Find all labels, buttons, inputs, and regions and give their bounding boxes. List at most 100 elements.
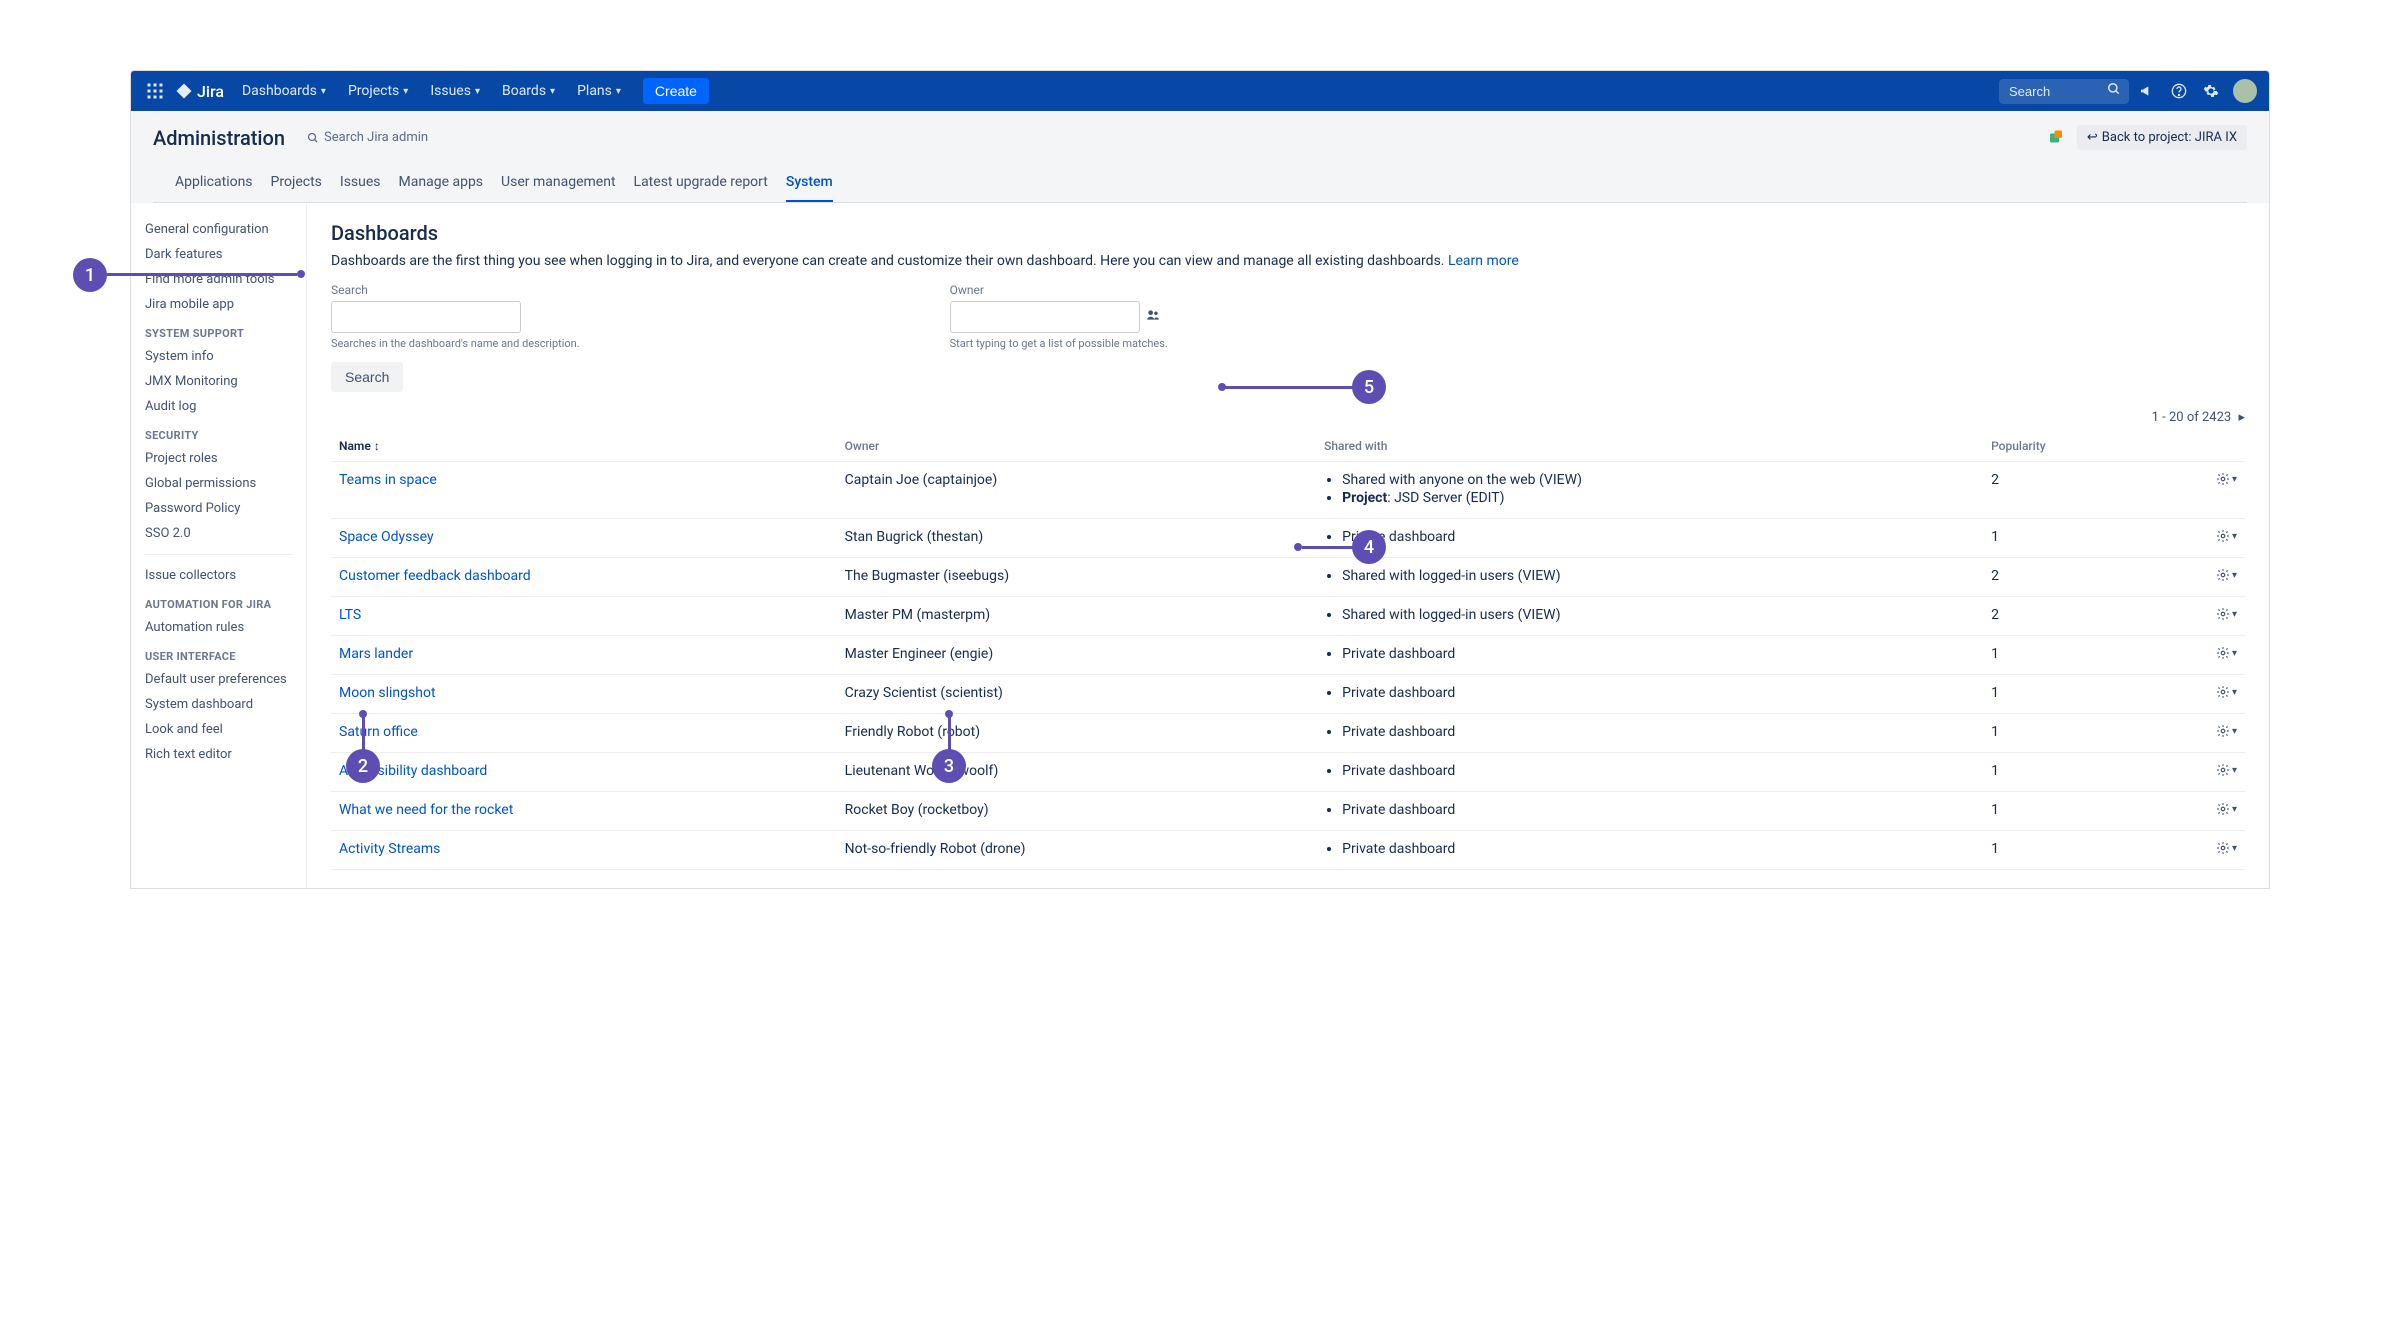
admin-title: Administration (153, 126, 285, 150)
nav-issues[interactable]: Issues▾ (420, 77, 490, 105)
tab-manage-apps[interactable]: Manage apps (399, 168, 484, 202)
col-shared[interactable]: Shared with (1316, 431, 1983, 462)
shared-item: Private dashboard (1342, 724, 1975, 740)
megaphone-icon[interactable] (2133, 77, 2161, 105)
avatar[interactable] (2233, 79, 2257, 103)
owner-field-label: Owner (950, 283, 1168, 297)
dashboard-link[interactable]: What we need for the rocket (339, 802, 513, 818)
popularity-cell: 2 (1983, 462, 2155, 519)
dashboard-search-input[interactable] (331, 301, 521, 333)
sidebar-item-system-dashboard[interactable]: System dashboard (131, 692, 306, 717)
chevron-down-icon: ▾ (403, 86, 408, 97)
shared-item: Private dashboard (1342, 685, 1975, 701)
sidebar-item-password-policy[interactable]: Password Policy (131, 496, 306, 521)
sidebar-item-default-user-preferences[interactable]: Default user preferences (131, 667, 306, 692)
back-to-project-button[interactable]: ↩ Back to project: JIRA IX (2077, 125, 2247, 150)
tab-system[interactable]: System (786, 168, 833, 202)
owner-input[interactable] (950, 301, 1140, 333)
sidebar-heading: USER INTERFACE (131, 640, 306, 667)
owner-cell: The Bugmaster (iseebugs) (837, 558, 1316, 597)
row-actions-button[interactable]: ▾ (2216, 841, 2237, 855)
owner-cell: Crazy Scientist (scientist) (837, 675, 1316, 714)
learn-more-link[interactable]: Learn more (1448, 253, 1519, 269)
popularity-cell: 1 (1983, 753, 2155, 792)
row-actions-button[interactable]: ▾ (2216, 529, 2237, 543)
popularity-cell: 1 (1983, 792, 2155, 831)
sidebar-item-rich-text-editor[interactable]: Rich text editor (131, 742, 306, 767)
sidebar-item-sso-2.0[interactable]: SSO 2.0 (131, 521, 306, 546)
chevron-down-icon: ▾ (2232, 474, 2237, 485)
notification-icon[interactable] (2045, 127, 2067, 149)
table-row: Moon slingshot Crazy Scientist (scientist… (331, 675, 2245, 714)
tab-applications[interactable]: Applications (175, 168, 253, 202)
dashboard-link[interactable]: Moon slingshot (339, 685, 436, 701)
row-actions-button[interactable]: ▾ (2216, 685, 2237, 699)
jira-logo[interactable]: Jira (175, 82, 224, 101)
sidebar-item-system-info[interactable]: System info (131, 344, 306, 369)
owner-cell: Not-so-friendly Robot (drone) (837, 831, 1316, 870)
sidebar-item-global-permissions[interactable]: Global permissions (131, 471, 306, 496)
sidebar-item-find-more-admin-tools[interactable]: Find more admin tools (131, 267, 306, 292)
people-icon[interactable] (1146, 308, 1160, 326)
dashboard-link[interactable]: Activity Streams (339, 841, 440, 857)
page-title: Dashboards (331, 221, 2245, 245)
tab-projects[interactable]: Projects (271, 168, 322, 202)
admin-search[interactable]: Search Jira admin (307, 130, 428, 145)
dashboard-link[interactable]: Customer feedback dashboard (339, 568, 531, 584)
sidebar-item-jira-mobile-app[interactable]: Jira mobile app (131, 292, 306, 317)
nav-projects[interactable]: Projects▾ (338, 77, 418, 105)
chevron-down-icon: ▾ (2232, 726, 2237, 737)
nav-plans[interactable]: Plans▾ (567, 77, 631, 105)
sidebar-item-general-configuration[interactable]: General configuration (131, 217, 306, 242)
chevron-down-icon: ▾ (616, 86, 621, 97)
sidebar-item-automation-rules[interactable]: Automation rules (131, 615, 306, 640)
shared-cell: Private dashboard (1316, 675, 1983, 714)
row-actions-button[interactable]: ▾ (2216, 568, 2237, 582)
col-name[interactable]: Name ↕ (331, 431, 837, 462)
row-actions-button[interactable]: ▾ (2216, 763, 2237, 777)
search-button[interactable]: Search (331, 362, 403, 392)
pager-next-icon[interactable]: ▸ (2238, 410, 2245, 425)
owner-cell: Friendly Robot (robot) (837, 714, 1316, 753)
dashboard-link[interactable]: Mars lander (339, 646, 413, 662)
tab-latest-upgrade-report[interactable]: Latest upgrade report (634, 168, 768, 202)
search-wrap (1999, 79, 2129, 104)
sidebar-item-jmx-monitoring[interactable]: JMX Monitoring (131, 369, 306, 394)
owner-cell: Captain Joe (captainjoe) (837, 462, 1316, 519)
row-actions-button[interactable]: ▾ (2216, 607, 2237, 621)
callout-2: 2 (346, 749, 380, 783)
app-switcher-icon[interactable] (143, 79, 167, 103)
chevron-down-icon: ▾ (550, 86, 555, 97)
help-icon[interactable] (2165, 77, 2193, 105)
dashboard-link[interactable]: LTS (339, 607, 361, 623)
dashboard-link[interactable]: Teams in space (339, 472, 437, 488)
row-actions-button[interactable]: ▾ (2216, 472, 2237, 486)
sidebar-item-issue-collectors[interactable]: Issue collectors (131, 563, 306, 588)
col-popularity[interactable]: Popularity (1983, 431, 2155, 462)
create-button[interactable]: Create (643, 78, 709, 104)
row-actions-button[interactable]: ▾ (2216, 802, 2237, 816)
owner-cell: Master Engineer (engie) (837, 636, 1316, 675)
col-owner[interactable]: Owner (837, 431, 1316, 462)
tab-user-management[interactable]: User management (501, 168, 615, 202)
sidebar-item-look-and-feel[interactable]: Look and feel (131, 717, 306, 742)
row-actions-button[interactable]: ▾ (2216, 646, 2237, 660)
nav-boards[interactable]: Boards▾ (492, 77, 565, 105)
tab-issues[interactable]: Issues (340, 168, 381, 202)
owner-cell: Master PM (masterpm) (837, 597, 1316, 636)
dashboard-link[interactable]: Space Odyssey (339, 529, 434, 545)
shared-cell: Private dashboard (1316, 519, 1983, 558)
chevron-down-icon: ▾ (2232, 570, 2237, 581)
nav-dashboards[interactable]: Dashboards▾ (232, 77, 336, 105)
sidebar-item-project-roles[interactable]: Project roles (131, 446, 306, 471)
row-actions-button[interactable]: ▾ (2216, 724, 2237, 738)
dashboard-link[interactable]: Saturn office (339, 724, 418, 740)
app-frame: Jira Dashboards▾Projects▾Issues▾Boards▾P… (130, 70, 2270, 889)
global-search-input[interactable] (1999, 79, 2129, 104)
shared-item: Private dashboard (1342, 646, 1975, 662)
sidebar-item-audit-log[interactable]: Audit log (131, 394, 306, 419)
sidebar-item-dark-features[interactable]: Dark features (131, 242, 306, 267)
sidebar-heading: SECURITY (131, 419, 306, 446)
settings-icon[interactable] (2197, 77, 2225, 105)
shared-cell: Shared with anyone on the web (VIEW)Proj… (1316, 462, 1983, 519)
